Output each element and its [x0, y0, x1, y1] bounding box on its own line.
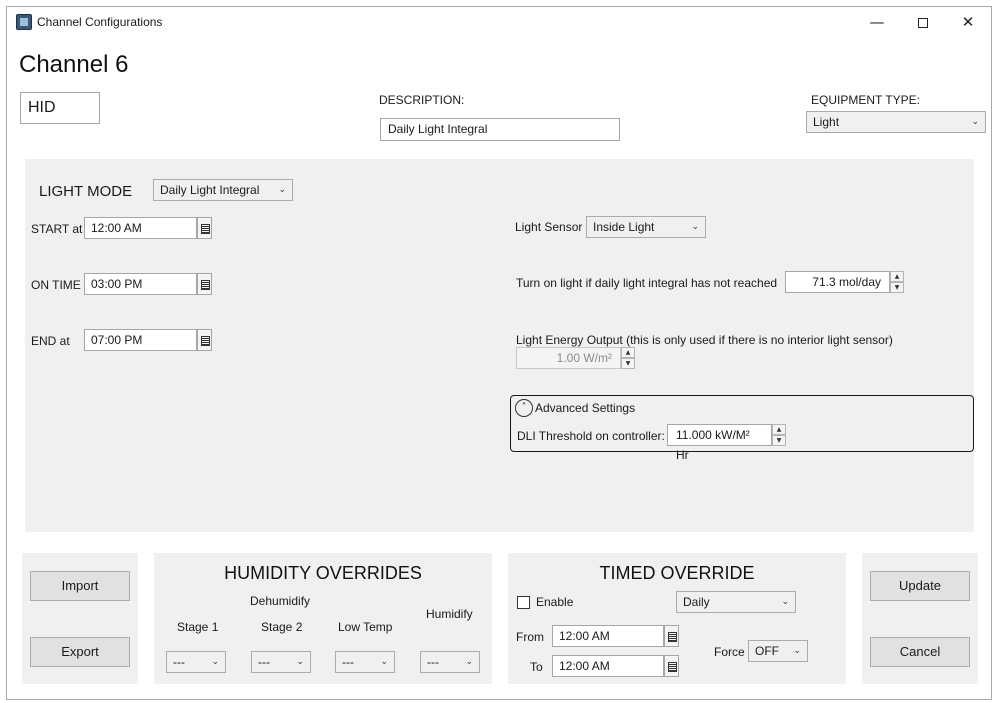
light-sensor-label: Light Sensor — [515, 220, 583, 234]
schedule-value: Daily — [683, 595, 710, 609]
close-button[interactable]: ✕ — [945, 7, 991, 37]
export-button[interactable]: Export — [30, 637, 130, 667]
force-label: Force — [714, 645, 745, 659]
decrement-icon[interactable]: ▼ — [772, 435, 786, 446]
chevron-down-icon: ⌄ — [793, 646, 801, 656]
light-energy-field[interactable]: 1.00 W/m² — [516, 347, 621, 369]
chevron-down-icon: ⌄ — [380, 657, 388, 667]
dehumidify-label: Dehumidify — [250, 594, 311, 608]
on-time-field[interactable]: 03:00 PM — [84, 273, 197, 295]
description-label: DESCRIPTION: — [379, 93, 465, 107]
increment-icon[interactable]: ▲ — [772, 424, 786, 435]
chevron-down-icon: ⌄ — [211, 657, 219, 667]
collapse-chevron-up-icon[interactable]: ˄ — [515, 399, 533, 417]
from-calendar-icon[interactable] — [664, 625, 679, 647]
channel-configurations-window: Channel Configurations — ✕ Channel 6 HID… — [6, 6, 992, 700]
humidity-overrides-title: HUMIDITY OVERRIDES — [224, 563, 422, 583]
end-calendar-icon[interactable] — [197, 329, 212, 351]
advanced-settings-label[interactable]: Advanced Settings — [535, 401, 635, 415]
chevron-down-icon: ⌄ — [971, 117, 979, 127]
light-sensor-dropdown[interactable]: Inside Light ⌄ — [586, 216, 706, 238]
dli-target-field[interactable]: 71.3 mol/day — [785, 271, 890, 293]
to-time-field[interactable]: 12:00 AM — [552, 655, 664, 677]
update-cancel-panel: Update Cancel — [862, 553, 978, 684]
maximize-button[interactable] — [900, 7, 946, 37]
minimize-button[interactable]: — — [854, 7, 900, 37]
channel-title: Channel 6 — [19, 51, 129, 78]
dli-threshold-field[interactable]: 11.000 kW/M² Hr — [667, 424, 772, 462]
force-dropdown[interactable]: OFF ⌄ — [748, 640, 808, 662]
chevron-down-icon: ⌄ — [691, 222, 699, 232]
stage-2-dropdown[interactable]: --- ⌄ — [251, 651, 311, 673]
chevron-down-icon: ⌄ — [278, 185, 286, 195]
description-field[interactable]: Daily Light Integral — [380, 118, 620, 141]
force-value: OFF — [755, 644, 779, 658]
timed-override-title: TIMED OVERRIDE — [599, 563, 755, 583]
humidity-overrides-panel: HUMIDITY OVERRIDES Dehumidify Humidify S… — [154, 553, 492, 684]
stage-1-label: Stage 1 — [177, 620, 219, 634]
minimize-icon: — — [869, 13, 885, 31]
timed-override-panel: TIMED OVERRIDE Enable Daily ⌄ From 12:00… — [508, 553, 846, 684]
channel-name-field[interactable]: HID — [20, 92, 100, 124]
advanced-settings-group: ˄ Advanced Settings DLI Threshold on con… — [510, 395, 974, 462]
import-export-panel: Import Export — [22, 553, 138, 684]
light-energy-label: Light Energy Output (this is only used i… — [516, 333, 893, 347]
dli-target-label: Turn on light if daily light integral ha… — [516, 276, 778, 290]
light-mode-value: Daily Light Integral — [160, 183, 260, 197]
stage-2-label: Stage 2 — [261, 620, 303, 634]
start-time-field[interactable]: 12:00 AM — [84, 217, 197, 239]
title-bar: Channel Configurations — ✕ — [7, 7, 991, 37]
enable-label: Enable — [536, 595, 574, 609]
increment-icon[interactable]: ▲ — [621, 347, 635, 358]
chevron-down-icon: ⌄ — [781, 597, 789, 607]
stage-2-value: --- — [258, 655, 270, 669]
increment-icon[interactable]: ▲ — [890, 271, 904, 282]
update-button[interactable]: Update — [870, 571, 970, 601]
start-calendar-icon[interactable] — [197, 217, 212, 239]
humidify-value: --- — [427, 655, 439, 669]
schedule-dropdown[interactable]: Daily ⌄ — [676, 591, 796, 613]
humidify-dropdown[interactable]: --- ⌄ — [420, 651, 480, 673]
equipment-type-value: Light — [813, 115, 840, 129]
to-label: To — [530, 660, 543, 674]
close-icon: ✕ — [961, 13, 975, 31]
dli-target-stepper[interactable]: ▲ ▼ — [890, 271, 904, 293]
chevron-down-icon: ⌄ — [465, 657, 473, 667]
from-label: From — [516, 630, 544, 644]
chevron-down-icon: ⌄ — [296, 657, 304, 667]
app-icon — [16, 14, 32, 30]
decrement-icon[interactable]: ▼ — [890, 282, 904, 293]
window-title: Channel Configurations — [37, 15, 163, 29]
on-time-calendar-icon[interactable] — [197, 273, 212, 295]
stage-1-dropdown[interactable]: --- ⌄ — [166, 651, 226, 673]
from-time-field[interactable]: 12:00 AM — [552, 625, 664, 647]
cancel-button[interactable]: Cancel — [870, 637, 970, 667]
start-label: START at — [31, 222, 83, 236]
light-mode-dropdown[interactable]: Daily Light Integral ⌄ — [153, 179, 293, 201]
low-temp-value: --- — [342, 655, 354, 669]
dli-threshold-stepper[interactable]: ▲ ▼ — [772, 424, 786, 446]
humidify-label: Humidify — [426, 607, 473, 621]
light-sensor-value: Inside Light — [593, 220, 655, 234]
to-calendar-icon[interactable] — [664, 655, 679, 677]
enable-checkbox[interactable] — [517, 596, 530, 609]
equipment-type-label: EQUIPMENT TYPE: — [811, 93, 920, 107]
low-temp-dropdown[interactable]: --- ⌄ — [335, 651, 395, 673]
light-mode-label: LIGHT MODE — [39, 183, 133, 200]
low-temp-label: Low Temp — [338, 620, 393, 634]
end-label: END at — [31, 334, 70, 348]
dli-threshold-label: DLI Threshold on controller: — [517, 429, 665, 443]
import-button[interactable]: Import — [30, 571, 130, 601]
decrement-icon[interactable]: ▼ — [621, 358, 635, 369]
end-time-field[interactable]: 07:00 PM — [84, 329, 197, 351]
stage-1-value: --- — [173, 655, 185, 669]
equipment-type-dropdown[interactable]: Light ⌄ — [806, 111, 986, 133]
light-settings-panel: LIGHT MODE Daily Light Integral ⌄ START … — [25, 159, 974, 532]
on-time-label: ON TIME — [31, 278, 81, 292]
light-energy-stepper[interactable]: ▲ ▼ — [621, 347, 635, 369]
maximize-icon — [918, 17, 928, 28]
